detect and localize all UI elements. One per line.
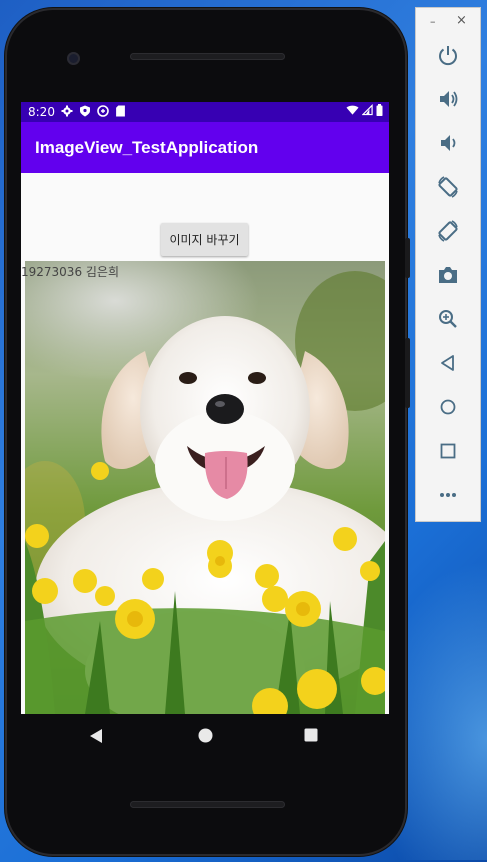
student-id-label: 19273036 김은희 xyxy=(21,265,120,279)
power-icon xyxy=(439,46,457,66)
device-screen: 8:20 ImageView_TestApplication 이미지 바꾸기 1… xyxy=(21,102,389,714)
front-camera xyxy=(67,52,80,65)
volume-down-icon xyxy=(441,135,456,151)
volume-up-button[interactable] xyxy=(432,83,464,115)
phone-side-button xyxy=(405,238,410,278)
camera-icon xyxy=(439,267,457,283)
zoom-button[interactable] xyxy=(432,303,464,335)
sd-card-icon xyxy=(116,105,125,117)
home-icon xyxy=(440,399,456,415)
wifi-icon xyxy=(346,105,359,115)
nav-overview-icon[interactable] xyxy=(304,728,318,742)
emulator-control-panel: – × xyxy=(415,7,481,522)
more-icon xyxy=(440,493,456,497)
navigation-bar xyxy=(21,714,389,758)
app-bar: ImageView_TestApplication xyxy=(21,122,389,173)
bottom-speaker xyxy=(130,801,285,808)
settings-icon xyxy=(61,105,73,117)
battery-icon xyxy=(376,104,383,116)
change-image-button[interactable]: 이미지 바꾸기 xyxy=(161,223,248,256)
screenshot-button[interactable] xyxy=(432,259,464,291)
volume-up-icon xyxy=(440,91,458,107)
status-bar: 8:20 xyxy=(21,102,389,122)
dog-photo xyxy=(25,261,385,714)
app-title: ImageView_TestApplication xyxy=(35,138,259,157)
dog-image-view xyxy=(25,261,385,714)
overview-icon xyxy=(440,443,456,459)
phone-volume-button xyxy=(405,338,410,408)
signal-icon xyxy=(362,104,373,116)
more-button[interactable] xyxy=(432,479,464,511)
home-button[interactable] xyxy=(432,391,464,423)
nav-back-icon[interactable] xyxy=(89,728,103,744)
shield-icon xyxy=(80,105,90,117)
close-button[interactable]: × xyxy=(456,13,467,28)
rotate-left-button[interactable] xyxy=(432,171,464,203)
nav-home-icon[interactable] xyxy=(198,728,213,743)
earpiece-speaker xyxy=(130,53,285,60)
zoom-icon xyxy=(439,310,457,328)
status-time: 8:20 xyxy=(28,105,55,119)
rotate-right-button[interactable] xyxy=(432,215,464,247)
volume-down-button[interactable] xyxy=(432,127,464,159)
data-saver-icon xyxy=(97,105,109,117)
rotate-left-icon xyxy=(438,176,458,198)
overview-button[interactable] xyxy=(432,435,464,467)
minimize-button[interactable]: – xyxy=(430,15,436,28)
back-button[interactable] xyxy=(432,347,464,379)
rotate-right-icon xyxy=(438,220,458,242)
power-button[interactable] xyxy=(432,39,464,71)
back-icon xyxy=(441,355,454,371)
